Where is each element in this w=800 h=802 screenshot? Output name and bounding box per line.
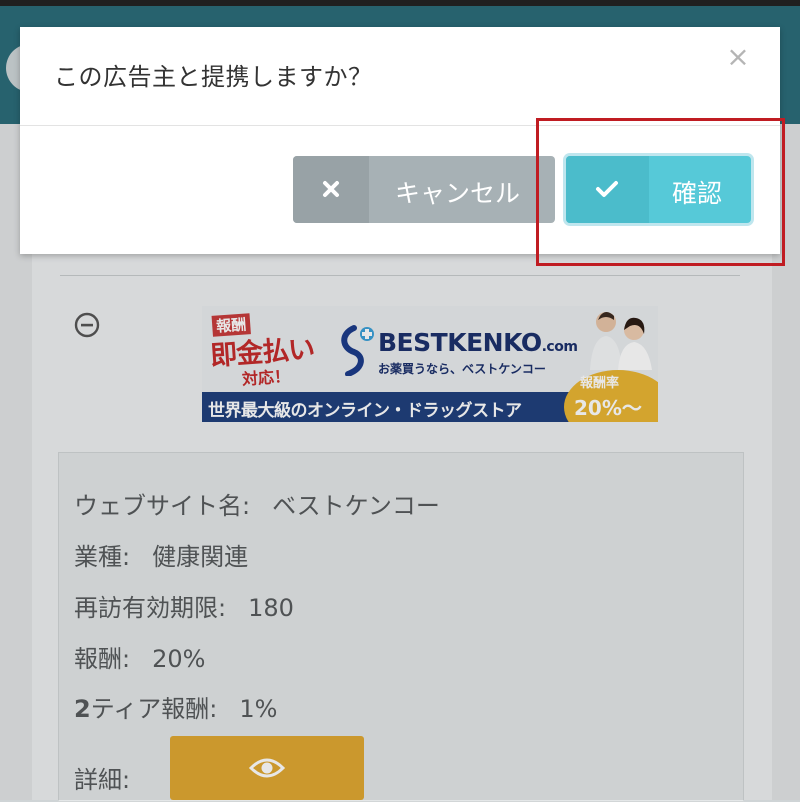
dialog-title: この広告主と提携しますか？	[54, 63, 373, 91]
cancel-button[interactable]: キャンセル	[293, 156, 555, 223]
close-icon	[323, 181, 339, 197]
dialog-close-icon[interactable]: ×	[722, 41, 754, 73]
cancel-icon-area	[293, 156, 369, 223]
cancel-button-label: キャンセル	[395, 179, 521, 208]
confirm-highlight-annotation	[536, 118, 785, 266]
